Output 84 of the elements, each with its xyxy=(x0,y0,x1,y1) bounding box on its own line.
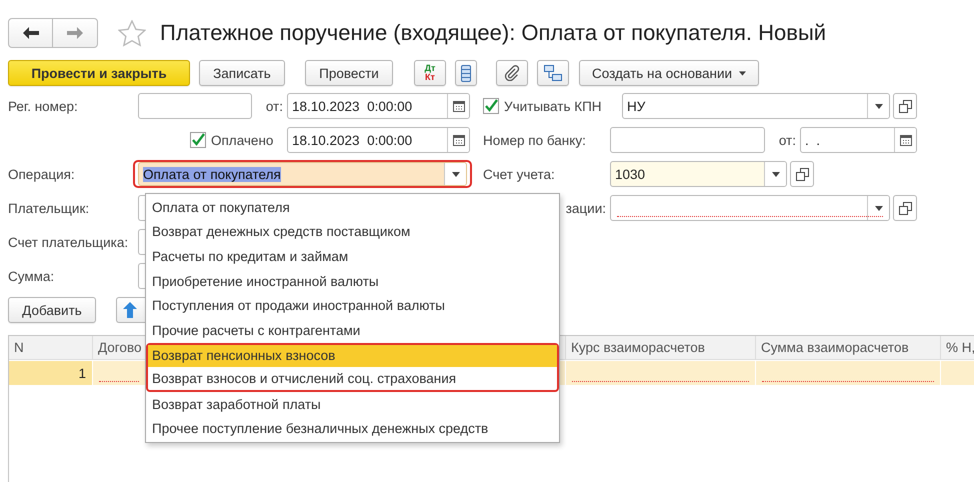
dropdown-button[interactable] xyxy=(444,163,466,185)
open-button[interactable] xyxy=(893,93,917,119)
checkbox[interactable] xyxy=(190,132,206,148)
organization-account-field[interactable] xyxy=(610,195,890,221)
dropdown-button[interactable] xyxy=(867,196,889,220)
create-based-on-button[interactable]: Создать на основании xyxy=(579,60,759,86)
open-button[interactable] xyxy=(790,161,814,187)
check-icon xyxy=(484,99,498,113)
back-arrow-icon xyxy=(22,27,38,39)
calendar-button[interactable] xyxy=(447,128,469,152)
bank-number-field[interactable] xyxy=(610,127,765,153)
field-label: Счет плательщика: xyxy=(8,234,130,250)
date-field[interactable]: 18.10.2023 0:00:00 xyxy=(287,93,470,119)
field-label: зации: xyxy=(564,200,607,216)
list-icon xyxy=(461,64,471,82)
dropdown-item[interactable]: Возврат пенсионных взносов xyxy=(148,344,557,368)
open-button[interactable] xyxy=(893,195,917,221)
star-icon[interactable] xyxy=(118,20,146,46)
dropdown-item[interactable]: Оплата от покупателя xyxy=(146,195,559,220)
structure-icon xyxy=(544,65,562,81)
operation-select[interactable]: Оплата от покупателя xyxy=(138,162,467,186)
add-button[interactable]: Добавить xyxy=(8,297,96,323)
dropdown-item[interactable]: Возврат взносов и отчислений соц. страхования xyxy=(148,367,557,390)
field-label: Плательщик: xyxy=(8,200,90,216)
caret-icon xyxy=(452,172,460,176)
check-icon xyxy=(191,133,205,147)
checkbox-label: Оплачено xyxy=(211,132,274,148)
move-up-button[interactable] xyxy=(116,297,145,323)
copy-icon xyxy=(898,202,912,214)
payer-field[interactable] xyxy=(138,195,145,221)
field-label: Номер по банку: xyxy=(483,132,587,148)
dropdown-item[interactable]: Расчеты по кредитам и займам xyxy=(146,244,559,269)
date-field[interactable]: . . xyxy=(800,127,917,153)
calendar-icon xyxy=(452,100,464,112)
calendar-icon xyxy=(900,134,912,146)
select-field[interactable]: НУ xyxy=(622,93,890,119)
field-label: Рег. номер: xyxy=(8,98,79,114)
table-cell: 1 xyxy=(9,361,93,385)
attach-button[interactable] xyxy=(496,60,528,86)
window-title: Платежное поручение (входящее): Оплата от покупателя. Новый xyxy=(160,20,826,46)
column-header[interactable]: % Н, xyxy=(941,336,974,360)
structure-button[interactable] xyxy=(537,60,569,86)
field-label: Сумма: xyxy=(8,268,56,284)
dropdown-item[interactable]: Возврат денежных средств поставщиком xyxy=(146,220,559,244)
post-button[interactable]: Провести xyxy=(305,60,393,86)
field-label: от: xyxy=(778,132,797,148)
date-field[interactable]: 18.10.2023 0:00:00 xyxy=(287,127,470,153)
caret-icon xyxy=(874,206,882,210)
post-and-close-button[interactable]: Провести и закрыть xyxy=(8,60,190,86)
reg-number-field[interactable] xyxy=(138,93,252,119)
field-label: Операция: xyxy=(8,166,76,182)
dropdown-item[interactable]: Прочие расчеты с контрагентами xyxy=(146,318,559,343)
dropdown-button[interactable] xyxy=(867,94,889,118)
copy-icon xyxy=(898,100,912,112)
copy-icon xyxy=(796,168,808,180)
up-arrow-icon xyxy=(123,302,137,318)
dropdown-item[interactable]: Прочее поступление безналичных денежных средств xyxy=(146,416,559,441)
checkbox-label: Учитывать КПН xyxy=(504,98,602,114)
checkbox[interactable] xyxy=(483,98,499,114)
paperclip-icon xyxy=(504,65,520,81)
column-header[interactable]: Догово xyxy=(93,336,146,360)
dropdown-item[interactable]: Поступления от продажи иностранной валюты xyxy=(146,293,559,318)
field-label: от: xyxy=(264,98,284,114)
dropdown-item[interactable]: Приобретение иностранной валюты xyxy=(146,268,559,294)
debit-credit-button[interactable]: Дт Кт xyxy=(414,60,446,86)
account-field[interactable]: 1030 xyxy=(610,161,787,187)
caret-icon xyxy=(739,70,746,76)
forward-arrow-icon xyxy=(67,27,83,39)
dropdown-item[interactable]: Возврат заработной платы xyxy=(146,392,559,416)
calendar-icon xyxy=(452,134,464,146)
calendar-button[interactable] xyxy=(894,128,916,152)
caret-icon xyxy=(874,104,882,108)
caret-icon xyxy=(772,172,780,176)
payer-account-field[interactable] xyxy=(138,229,145,255)
field-label: Счет учета: xyxy=(483,166,556,182)
back-button[interactable] xyxy=(8,18,53,48)
calendar-button[interactable] xyxy=(447,94,469,118)
dropdown-button[interactable] xyxy=(764,162,786,186)
column-header[interactable]: Сумма взаиморасчетов xyxy=(756,336,941,360)
column-header[interactable]: Курс взаиморасчетов xyxy=(566,336,756,360)
amount-field[interactable] xyxy=(138,263,145,289)
save-button[interactable]: Записать xyxy=(199,60,285,86)
list-button[interactable] xyxy=(455,60,477,86)
column-header[interactable]: N xyxy=(9,336,93,360)
